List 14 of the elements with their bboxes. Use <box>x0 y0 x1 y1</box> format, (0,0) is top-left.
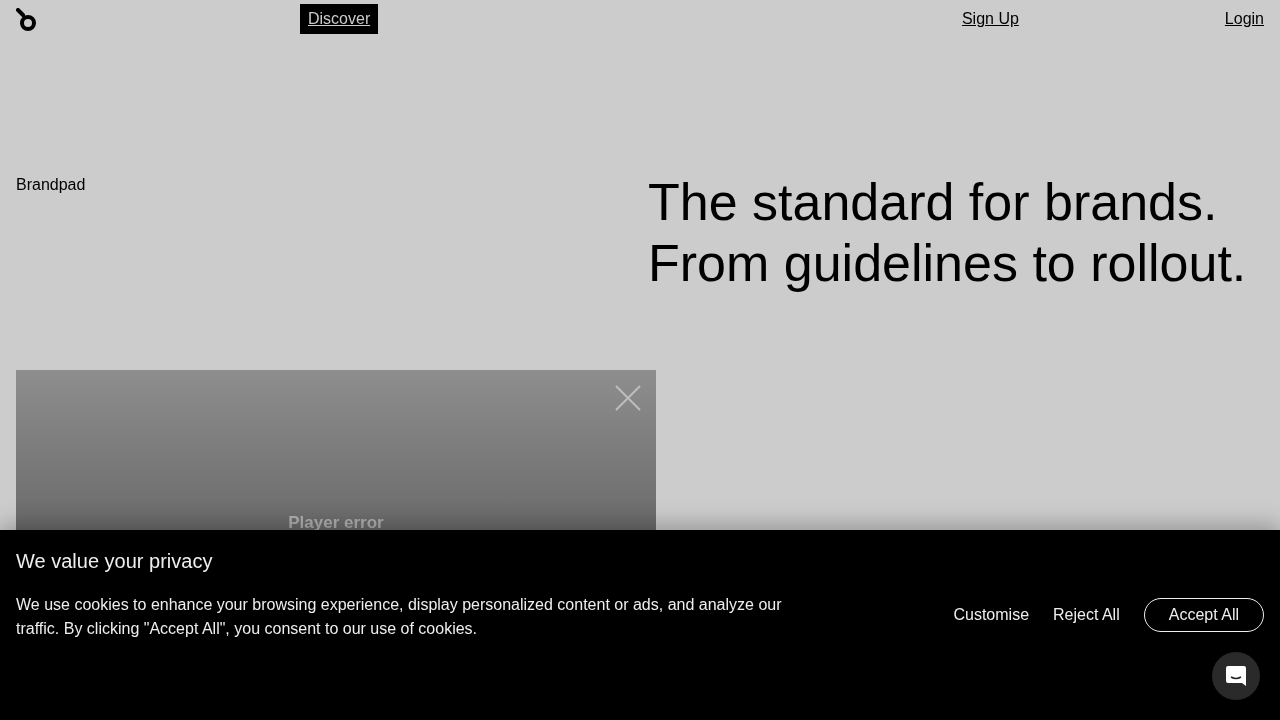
chat-button[interactable] <box>1212 652 1260 700</box>
chat-icon <box>1225 664 1247 688</box>
nav-link[interactable]: Sign Up <box>953 4 1027 34</box>
brand-name: Brandpad <box>16 176 87 194</box>
headline: The standard for brands. <box>648 172 1218 233</box>
player-error: Player error <box>287 513 385 533</box>
banner-title: We value your privacy <box>16 550 214 573</box>
cookie-button[interactable]: Reject All <box>1045 599 1128 631</box>
logo-icon[interactable] <box>16 8 38 32</box>
cookie-button[interactable]: Customise <box>945 599 1038 631</box>
headline: From guidelines to rollout. <box>648 233 1247 294</box>
nav-link[interactable]: Login <box>1216 4 1264 34</box>
banner-text: We use cookies to enhance your browsing experience, display personalized content or ads, and analyze our traffic. By clicking "Accept All", you consent to our use of cookies. <box>16 595 783 639</box>
nav-link[interactable]: Discover <box>300 4 379 34</box>
